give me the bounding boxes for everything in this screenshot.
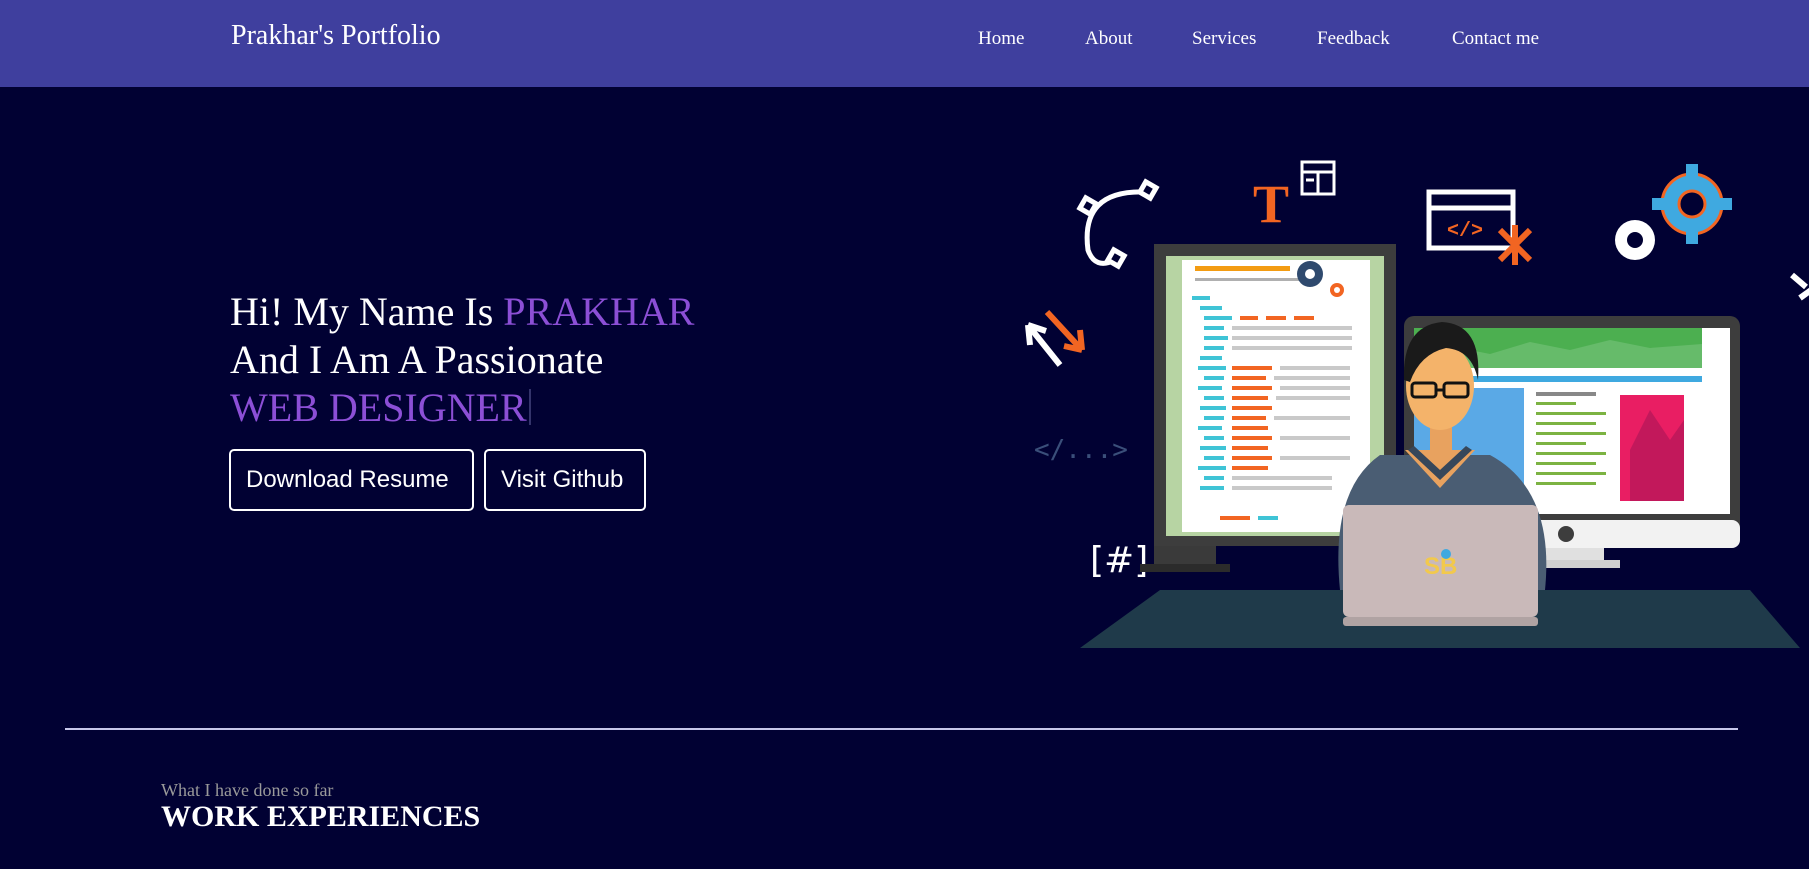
visit-github-button[interactable]: Visit Github bbox=[484, 449, 646, 511]
code-tag-icon: </...> bbox=[1034, 435, 1128, 465]
hero-line-3: WEB DESIGNER bbox=[230, 384, 694, 432]
hero-heading: Hi! My Name Is PRAKHAR And I Am A Passio… bbox=[230, 288, 694, 432]
section-subtitle: What I have done so far bbox=[161, 780, 334, 800]
nav-link-about[interactable]: About bbox=[1085, 28, 1133, 50]
section-divider bbox=[65, 728, 1738, 730]
nav-link-feedback[interactable]: Feedback bbox=[1317, 28, 1390, 50]
hero-name: PRAKHAR bbox=[503, 289, 695, 334]
hero-greeting: Hi! My Name Is bbox=[230, 289, 504, 334]
hero-illustration: T </> </...> [#] SB bbox=[1025, 160, 1809, 648]
brand-logo[interactable]: Prakhar's Portfolio bbox=[231, 20, 441, 52]
hero-role: WEB DESIGNER bbox=[230, 385, 527, 430]
code-window-label: </> bbox=[1447, 220, 1483, 243]
section-title: WORK EXPERIENCES bbox=[161, 800, 481, 833]
nav-link-services[interactable]: Services bbox=[1192, 28, 1256, 50]
hash-tag-icon: [#] bbox=[1090, 540, 1148, 581]
bezier-curve-icon bbox=[1076, 178, 1160, 270]
resize-arrows-icon bbox=[1025, 309, 1085, 367]
laptop: SB bbox=[1343, 505, 1538, 626]
download-resume-button[interactable]: Download Resume bbox=[229, 449, 474, 511]
hero-line-1: Hi! My Name Is PRAKHAR bbox=[230, 288, 694, 336]
laptop-logo: SB bbox=[1424, 553, 1457, 580]
partial-tool-icon bbox=[1790, 272, 1809, 301]
code-window-icon: </> bbox=[1426, 189, 1533, 265]
gears-icon bbox=[1615, 164, 1732, 260]
hero-line-2: And I Am A Passionate bbox=[230, 337, 604, 382]
text-tool-icon: T bbox=[1253, 174, 1289, 234]
typing-cursor bbox=[528, 389, 531, 425]
navbar: Prakhar's Portfolio Home About Services … bbox=[0, 0, 1809, 87]
nav-link-contact[interactable]: Contact me bbox=[1452, 28, 1539, 50]
layout-icon bbox=[1300, 160, 1336, 196]
nav-link-home[interactable]: Home bbox=[978, 28, 1024, 50]
